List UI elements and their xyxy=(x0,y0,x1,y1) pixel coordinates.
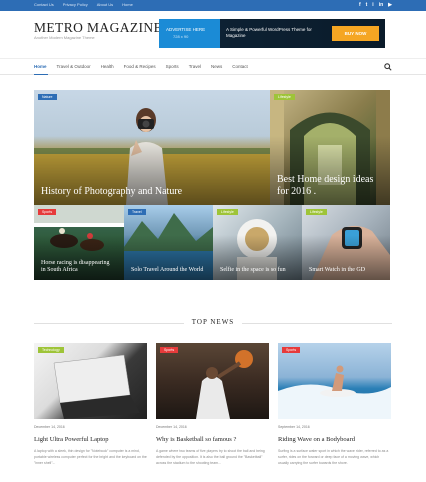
nav-item-health[interactable]: Health xyxy=(101,63,114,71)
news-card-excerpt-2: A game where two teams of five players t… xyxy=(156,449,265,465)
featured-side[interactable]: Lifestyle Best Home design ideas for 201… xyxy=(270,90,390,205)
nav-item-travel-outdoor[interactable]: Travel & Outdoor xyxy=(57,63,91,71)
site-logo[interactable]: METRO MAGAZINE xyxy=(34,20,162,36)
nav-item-food-recipes[interactable]: Food & Recipes xyxy=(124,63,156,71)
twitter-icon[interactable]: t xyxy=(366,2,368,8)
featured-small-4-title[interactable]: Smart Watch in the GD xyxy=(309,267,383,274)
category-badge[interactable]: Technology xyxy=(38,347,64,353)
ad-theme-text: A Simple & Powerful WordPress Theme for … xyxy=(226,27,312,38)
featured-side-title[interactable]: Best Home design ideas for 2016 . xyxy=(277,174,377,197)
news-card-title-2[interactable]: Why is Basketball so famous ? xyxy=(156,436,236,443)
news-card-image-1[interactable]: Technology xyxy=(34,343,147,419)
news-card-title-1[interactable]: Light Ultra Powerful Laptop xyxy=(34,436,109,443)
news-card-image-3[interactable]: Sports xyxy=(278,343,391,419)
top-link-home[interactable]: Home xyxy=(122,2,133,8)
search-icon[interactable] xyxy=(384,63,392,71)
ad-size-label: 728 x 90 xyxy=(173,34,189,39)
top-links: Contact Us Privacy Policy About Us Home xyxy=(34,2,133,8)
news-card-image-2[interactable]: Sports xyxy=(156,343,269,419)
category-badge[interactable]: Nature xyxy=(38,94,57,100)
top-link-privacy[interactable]: Privacy Policy xyxy=(63,2,88,8)
category-badge[interactable]: Sports xyxy=(160,347,179,353)
featured-small-1[interactable]: Sports Horse racing is disappearing in S… xyxy=(34,205,124,280)
section-title-top-news: TOP NEWS xyxy=(191,318,235,326)
featured-small-4[interactable]: Lifestyle Smart Watch in the GD xyxy=(302,205,390,280)
featured-small-1-title[interactable]: Horse racing is disappearing in South Af… xyxy=(41,260,115,274)
category-badge[interactable]: Travel xyxy=(128,209,146,215)
featured-small-3-title[interactable]: Selfie in the space is so fun xyxy=(220,267,294,274)
main-nav: Home Travel & Outdoor Health Food & Reci… xyxy=(0,58,426,75)
news-card-date-2: December 14, 2016 xyxy=(156,425,187,429)
nav-item-news[interactable]: News xyxy=(211,63,222,71)
basketball-image xyxy=(196,350,253,419)
instagram-icon[interactable]: i xyxy=(372,2,373,8)
top-link-about[interactable]: About Us xyxy=(97,2,113,8)
nav-item-sports[interactable]: Sports xyxy=(166,63,179,71)
nav-item-home[interactable]: Home xyxy=(34,63,47,71)
featured-small-2-title[interactable]: Solo Travel Around the World xyxy=(131,267,205,274)
top-link-contact[interactable]: Contact Us xyxy=(34,2,54,8)
category-badge[interactable]: Lifestyle xyxy=(274,94,295,100)
featured-main[interactable]: Nature History of Photography and Nature xyxy=(34,90,270,205)
header-ad-banner[interactable]: ADVERTISE HERE 728 x 90 A Simple & Power… xyxy=(159,19,385,48)
category-badge[interactable]: Sports xyxy=(282,347,301,353)
news-card-date-1: December 14, 2016 xyxy=(34,425,65,429)
featured-small-3[interactable]: Lifestyle Selfie in the space is so fun xyxy=(213,205,302,280)
youtube-icon[interactable]: ▶ xyxy=(388,2,392,8)
category-badge[interactable]: Lifestyle xyxy=(217,209,238,215)
nav-item-contact[interactable]: Contact xyxy=(232,63,248,71)
linkedin-icon[interactable]: in xyxy=(379,2,383,8)
category-badge[interactable]: Lifestyle xyxy=(306,209,327,215)
news-card-excerpt-1: A laptop with a sleek, thin design for "… xyxy=(34,449,147,465)
news-card-excerpt-3: Surfing is a surface water sport in whic… xyxy=(278,449,389,465)
site-tagline: Another Modern Magazine Theme xyxy=(34,35,95,40)
category-badge[interactable]: Sports xyxy=(38,209,57,215)
news-card-title-3[interactable]: Riding Wave on a Bodyboard xyxy=(278,436,355,443)
featured-small-2[interactable]: Travel Solo Travel Around the World xyxy=(124,205,213,280)
section-divider-right xyxy=(242,323,392,324)
ad-advertise-label: ADVERTISE HERE xyxy=(166,27,206,32)
ad-buy-button[interactable]: BUY NOW xyxy=(332,26,379,41)
nav-active-indicator xyxy=(34,74,48,75)
nav-item-travel[interactable]: Travel xyxy=(189,63,201,71)
top-bar: Contact Us Privacy Policy About Us Home … xyxy=(0,0,426,11)
laptop-image xyxy=(53,354,140,419)
social-links: f t i in ▶ xyxy=(359,2,392,8)
facebook-icon[interactable]: f xyxy=(359,2,361,8)
featured-main-title[interactable]: History of Photography and Nature xyxy=(41,186,241,198)
news-card-date-3: September 14, 2016 xyxy=(278,425,310,429)
bodyboard-image xyxy=(278,365,391,419)
